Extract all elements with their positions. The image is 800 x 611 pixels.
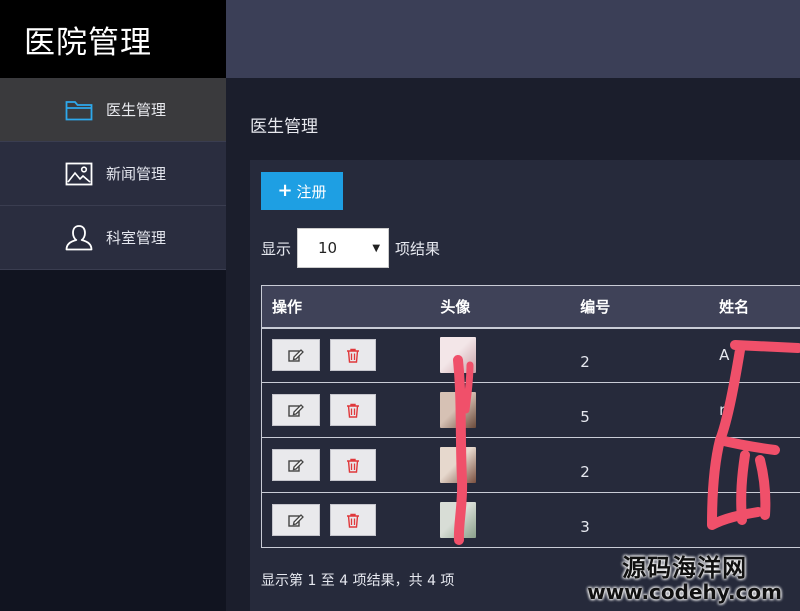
- trash-icon: [347, 348, 359, 363]
- name-cell: n: [709, 382, 800, 438]
- avatar-cell: [430, 437, 571, 493]
- id-cell: 2: [570, 327, 710, 383]
- panel: + 注册 显示 10 ▼ 项结果 操作 头像 编号 姓名 2 A 5 n 2 3…: [250, 160, 800, 611]
- ops-cell: [261, 327, 431, 383]
- app-title: 医院管理: [24, 24, 152, 61]
- avatar: [440, 502, 477, 538]
- ops-cell: [261, 492, 431, 548]
- sidebar-item-news[interactable]: 新闻管理: [0, 142, 226, 206]
- name-cell: [709, 492, 800, 548]
- id-cell: 3: [570, 492, 710, 548]
- delete-button[interactable]: [330, 339, 376, 372]
- brand: 医院管理: [0, 0, 226, 78]
- plus-icon: +: [277, 180, 293, 201]
- sidebar-item-label: 医生管理: [106, 101, 167, 119]
- table-row: 2 A: [261, 327, 800, 383]
- name-cell: A: [709, 327, 800, 383]
- register-button[interactable]: + 注册: [261, 172, 343, 210]
- avatar-cell: [430, 492, 571, 548]
- top-bar: [226, 0, 800, 78]
- doctor-name: A: [719, 346, 730, 365]
- table-row: 3: [261, 492, 800, 548]
- watermark-line: www.codehy.com: [587, 580, 782, 604]
- table-row: 2: [261, 437, 800, 493]
- length-suffix: 项结果: [395, 239, 441, 258]
- name-cell: [709, 437, 800, 493]
- watermark: 源码海洋网 www.codehy.com: [587, 555, 782, 603]
- folder-icon: [64, 97, 94, 123]
- trash-icon: [347, 458, 359, 473]
- image-icon: [64, 161, 94, 187]
- column-header[interactable]: 姓名: [709, 285, 800, 329]
- trash-icon: [347, 513, 359, 528]
- doctor-name: n: [719, 401, 729, 419]
- ops-cell: [261, 382, 431, 438]
- table-header-row: 操作 头像 编号 姓名: [261, 285, 800, 329]
- page-length-control: 显示 10 ▼ 项结果: [261, 228, 440, 268]
- table-info: 显示第 1 至 4 项结果，共 4 项: [261, 573, 455, 589]
- avatar-cell: [430, 327, 571, 383]
- edit-icon: [288, 459, 304, 472]
- register-label: 注册: [296, 182, 327, 201]
- delete-button[interactable]: [330, 394, 376, 426]
- edit-button[interactable]: [272, 394, 320, 426]
- edit-icon: [288, 404, 304, 417]
- doctor-id: 2: [580, 463, 590, 481]
- sidebar-item-label: 科室管理: [106, 229, 167, 247]
- doctor-id: 5: [580, 408, 590, 426]
- id-cell: 5: [570, 382, 710, 438]
- ops-cell: [261, 437, 431, 493]
- delete-button[interactable]: [330, 504, 376, 536]
- avatar-cell: [430, 382, 571, 438]
- main-content: 医生管理 + 注册 显示 10 ▼ 项结果 操作 头像 编号 姓名 2 A 5 …: [226, 78, 800, 611]
- watermark-line: 源码海洋网: [622, 554, 748, 582]
- delete-button[interactable]: [330, 449, 376, 481]
- id-cell: 2: [570, 437, 710, 493]
- sidebar: 医院管理 医生管理 新闻管理 科室管理: [0, 0, 226, 611]
- page-length-value: 10: [318, 239, 338, 257]
- doctor-table: 操作 头像 编号 姓名 2 A 5 n 2 3: [261, 285, 800, 548]
- edit-icon: [288, 349, 304, 362]
- caret-down-icon: ▼: [372, 242, 381, 254]
- page-title: 医生管理: [250, 117, 318, 137]
- sidebar-item-departments[interactable]: 科室管理: [0, 206, 226, 270]
- column-header[interactable]: 编号: [570, 285, 710, 329]
- sidebar-item-label: 新闻管理: [106, 165, 167, 183]
- avatar: [440, 337, 477, 374]
- user-icon: [64, 224, 94, 251]
- avatar: [440, 392, 477, 428]
- length-prefix: 显示: [261, 239, 292, 258]
- edit-button[interactable]: [272, 504, 320, 536]
- edit-icon: [288, 514, 304, 527]
- trash-icon: [347, 403, 359, 418]
- sidebar-item-doctors[interactable]: 医生管理: [0, 78, 226, 142]
- doctor-id: 2: [580, 353, 590, 372]
- table-row: 5 n: [261, 382, 800, 438]
- column-header[interactable]: 头像: [430, 285, 571, 329]
- edit-button[interactable]: [272, 339, 320, 372]
- avatar: [440, 447, 477, 483]
- edit-button[interactable]: [272, 449, 320, 481]
- page-length-select[interactable]: 10 ▼: [297, 228, 390, 268]
- column-header[interactable]: 操作: [261, 285, 431, 329]
- doctor-id: 3: [580, 518, 590, 536]
